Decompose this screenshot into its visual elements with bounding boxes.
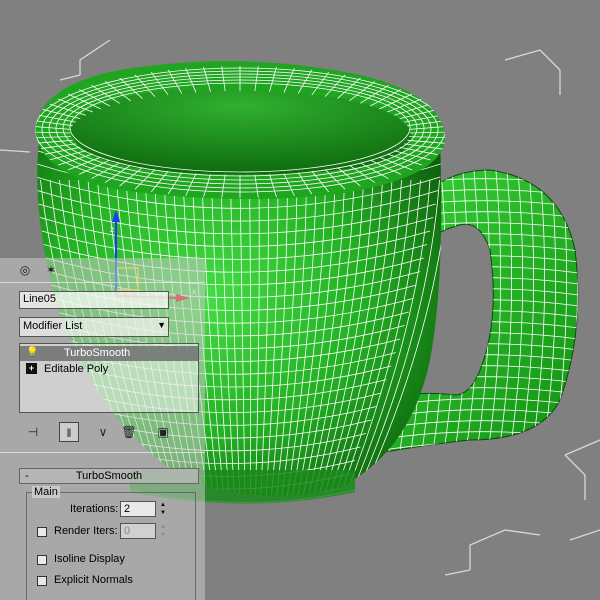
plus-expand-icon[interactable]: + xyxy=(26,363,37,374)
stack-item-turbosmooth[interactable]: 💡 TurboSmooth xyxy=(20,346,198,361)
panel-divider xyxy=(0,282,205,283)
dropdown-arrow-icon: ▼ xyxy=(157,320,166,330)
object-name-field[interactable]: Line05 xyxy=(19,291,169,309)
pin-stack-icon[interactable]: ⊣ xyxy=(23,422,43,442)
iterations-spinner[interactable]: 2 xyxy=(120,501,156,517)
render-iters-label: Render Iters: xyxy=(54,525,118,537)
main-group-label: Main xyxy=(32,486,60,498)
turbosmooth-rollout-header[interactable]: - TurboSmooth xyxy=(19,468,199,484)
isoline-display-label: Isoline Display xyxy=(54,553,125,565)
modifier-list-label: Modifier List xyxy=(23,320,83,332)
make-unique-icon[interactable]: ∨ xyxy=(93,422,113,442)
isoline-display-checkbox[interactable] xyxy=(37,555,47,565)
render-iters-checkbox[interactable] xyxy=(37,527,47,537)
modifier-stack[interactable]: 💡 TurboSmooth + Editable Poly xyxy=(19,343,199,413)
configure-sets-icon[interactable]: ▣ xyxy=(153,422,173,442)
show-end-result-icon[interactable]: ‖ xyxy=(59,422,79,442)
stack-toolbar: ⊣ ‖ ∨ 🗑 ▣ xyxy=(19,420,199,444)
stack-item-label: TurboSmooth xyxy=(64,347,131,359)
modifier-list-dropdown[interactable]: Modifier List ▼ xyxy=(19,317,169,337)
iterations-label: Iterations: xyxy=(70,503,119,515)
lights-icon[interactable]: ✶ xyxy=(44,263,58,277)
lightbulb-icon[interactable]: 💡 xyxy=(26,347,38,358)
svg-text:z: z xyxy=(110,225,114,234)
explicit-normals-label: Explicit Normals xyxy=(54,574,133,586)
render-iters-spinner[interactable]: 0 xyxy=(120,523,156,539)
iterations-spinner-arrows[interactable]: ▲ ▼ xyxy=(158,501,168,517)
mug-rim xyxy=(35,61,445,199)
render-iters-spinner-arrows[interactable]: ▲ ▼ xyxy=(158,523,168,539)
explicit-normals-checkbox[interactable] xyxy=(37,576,47,586)
rollout-title: TurboSmooth xyxy=(75,470,143,482)
stack-item-editable-poly[interactable]: + Editable Poly xyxy=(20,362,198,377)
camera-icon[interactable]: ◎ xyxy=(18,263,32,277)
panel-divider xyxy=(0,452,205,453)
remove-modifier-icon[interactable]: 🗑 xyxy=(119,422,139,442)
stack-item-label: Editable Poly xyxy=(44,363,109,375)
